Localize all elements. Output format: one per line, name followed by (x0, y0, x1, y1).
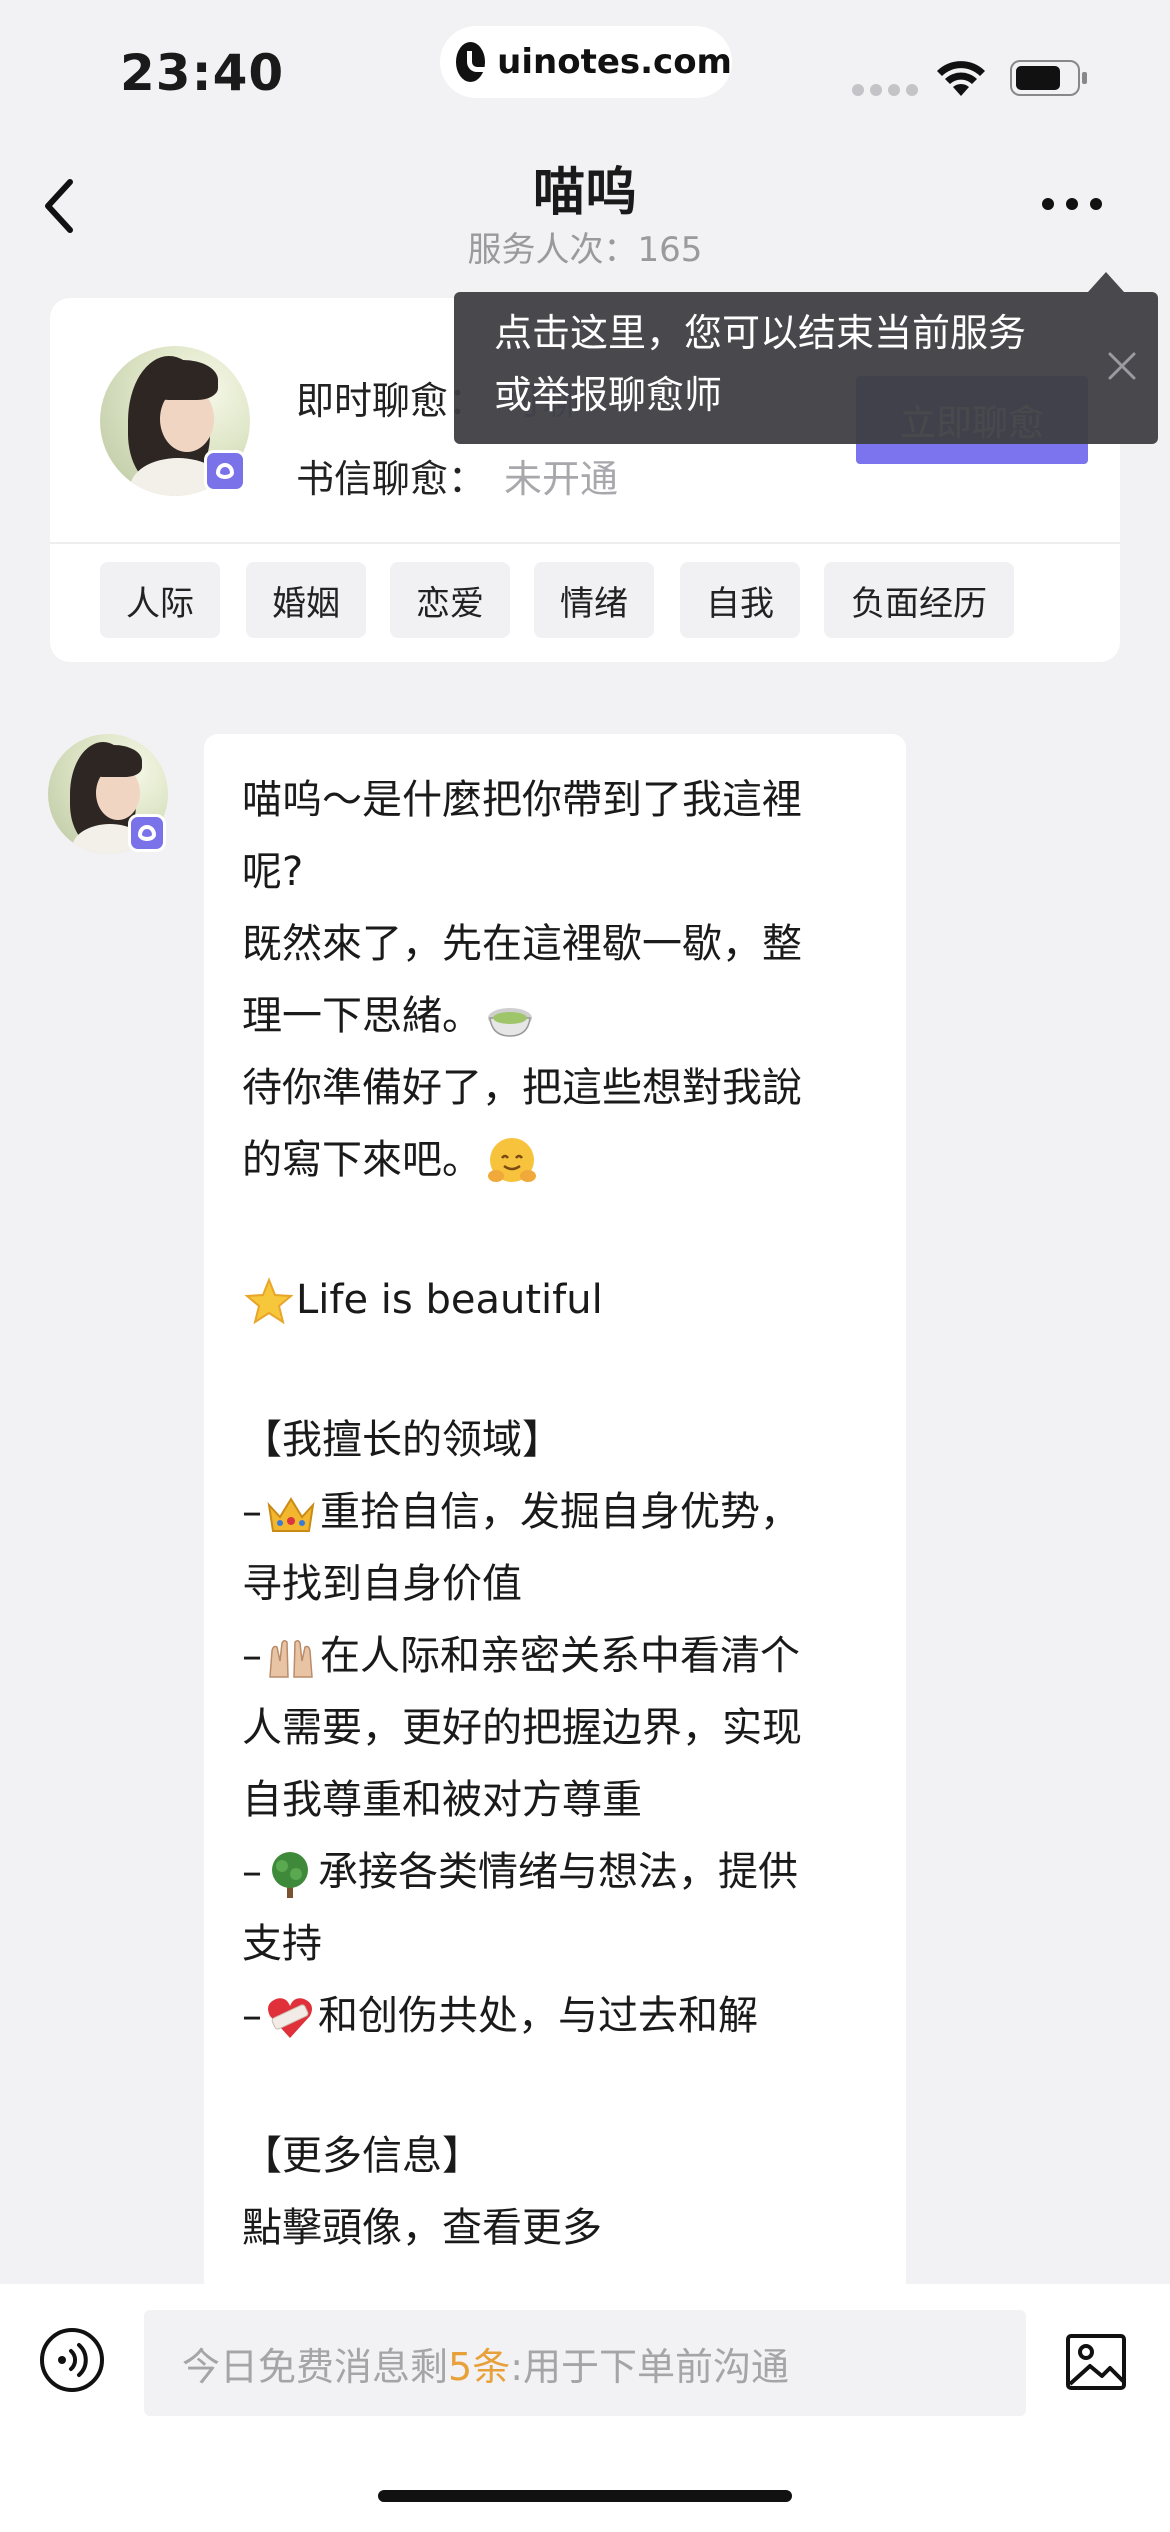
url-text: uinotes.com (497, 42, 732, 82)
letter-chat-status: 未开通 (504, 457, 619, 501)
url-pill[interactable]: uinotes.com (440, 26, 732, 98)
message-line: Life is beautiful (242, 1264, 906, 1336)
message-line: 寻找到自身价值 (242, 1561, 522, 1607)
more-options-icon[interactable] (1042, 198, 1102, 214)
message-line: – 在人际和亲密关系中看清个 (242, 1620, 906, 1692)
signal-icon (852, 84, 918, 96)
hug-icon (488, 1138, 536, 1182)
battery-icon (1010, 60, 1087, 96)
divider (50, 542, 1120, 544)
message-line: 喵呜～是什麼把你帶到了我這裡 (242, 777, 802, 823)
tag-interpersonal[interactable]: 人际 (100, 562, 220, 638)
tooltip-line: 点击这里，您可以结束当前服务 (494, 311, 1027, 355)
close-icon[interactable] (1106, 350, 1138, 382)
message-line: 既然來了，先在這裡歇一歇，整 (242, 921, 802, 967)
quota-count: 5条 (448, 2344, 511, 2389)
tag-love[interactable]: 恋爱 (390, 562, 510, 638)
tooltip: 点击这里，您可以结束当前服务 或举报聊愈师 (454, 292, 1158, 444)
message-line: 支持 (242, 1921, 322, 1967)
crown-icon (267, 1497, 315, 1532)
message-line: – 和创伤共处，与过去和解 (242, 1980, 906, 2052)
tree-icon (272, 1852, 308, 1898)
wifi-icon (937, 61, 985, 96)
message-line: 理一下思緒。 (242, 980, 906, 1052)
tag-emotion[interactable]: 情绪 (534, 562, 654, 638)
message-line: – 承接各类情绪与想法，提供 (242, 1836, 906, 1908)
tag-self[interactable]: 自我 (680, 562, 800, 638)
message-line: 人需要，更好的把握边界，实现 (242, 1705, 802, 1751)
verified-badge-icon (204, 450, 246, 492)
message-line: 點擊頭像，查看更多 (242, 2205, 602, 2251)
star-icon (244, 1277, 294, 1325)
home-indicator (378, 2490, 792, 2502)
status-time: 23:40 (120, 44, 285, 102)
quota-prefix: 今日免费消息剩 (182, 2344, 449, 2389)
message-line: 的寫下來吧。 (242, 1124, 906, 1196)
message-line: – 重拾自信，发掘自身优势， (242, 1489, 800, 1535)
tag-marriage[interactable]: 婚姻 (246, 562, 366, 638)
service-count: 服务人次：165 (467, 230, 703, 270)
message-line: 【我擅长的领域】 (242, 1417, 562, 1463)
tooltip-line: 或举报聊愈师 (494, 373, 723, 417)
message-input[interactable]: 今日免费消息剩 5条:用于下单前沟通 (144, 2310, 1026, 2416)
message-line: 待你準備好了，把這些想對我說 (242, 1065, 802, 1111)
verified-badge-icon (128, 814, 166, 852)
message-line: 呢? (242, 849, 304, 895)
letter-chat-label: 书信聊愈： (296, 457, 487, 501)
tea-icon (488, 1008, 532, 1037)
page-title: 喵呜 (532, 163, 637, 223)
site-logo-icon (456, 42, 496, 82)
message-line: 自我尊重和被对方尊重 (242, 1777, 642, 1823)
raised-hands-icon (269, 1639, 313, 1678)
message-line: 【更多信息】 (242, 2133, 482, 2179)
tooltip-arrow (1088, 272, 1124, 292)
message-bubble: 喵呜～是什麼把你帶到了我這裡 呢? 既然來了，先在這裡歇一歇，整 理一下思緒。 … (204, 734, 906, 2294)
quota-suffix: :用于下单前沟通 (510, 2344, 790, 2389)
voice-input-icon[interactable] (38, 2326, 106, 2394)
image-upload-icon[interactable] (1064, 2330, 1128, 2394)
bandaged-heart-icon (268, 1998, 312, 2038)
tag-negative-experience[interactable]: 负面经历 (824, 562, 1014, 638)
